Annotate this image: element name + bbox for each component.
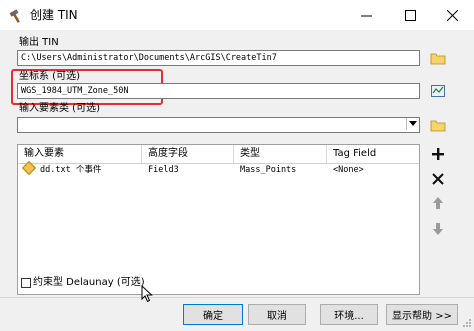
- plus-icon: [432, 148, 444, 160]
- folder-icon: [430, 53, 446, 65]
- minimize-icon: [360, 15, 372, 16]
- move-up-button[interactable]: [428, 194, 448, 212]
- arrow-down-icon: [433, 223, 443, 235]
- tag-field-cell[interactable]: <None>: [327, 163, 419, 178]
- cancel-button[interactable]: 取消: [248, 304, 306, 325]
- chevron-down-icon[interactable]: [406, 118, 419, 130]
- input-features-table: 输入要素 高度字段 类型 Tag Field dd.txt 个事件 Field3…: [17, 144, 420, 295]
- output-tin-field[interactable]: C:\Users\Administrator\Documents\ArcGIS\…: [17, 50, 420, 66]
- show-help-button[interactable]: 显示帮助 >>: [386, 304, 458, 325]
- close-button[interactable]: [430, 0, 474, 30]
- mouse-cursor-icon: [141, 285, 153, 303]
- arrow-up-icon: [433, 197, 443, 209]
- type-cell[interactable]: Mass_Points: [234, 163, 327, 178]
- column-header[interactable]: 输入要素: [18, 145, 142, 163]
- constrained-delaunay-label: 约束型 Delaunay (可选): [33, 277, 145, 288]
- dialog-content: 输出 TIN C:\Users\Administrator\Documents\…: [0, 30, 474, 330]
- crs-properties-button[interactable]: [429, 82, 447, 100]
- browse-output-button[interactable]: [429, 49, 447, 67]
- maximize-icon: [404, 9, 416, 21]
- column-header[interactable]: 高度字段: [142, 145, 234, 163]
- remove-row-button[interactable]: [428, 170, 448, 188]
- button-bar: 确定 取消 环境... 显示帮助 >>: [0, 297, 474, 331]
- title-bar: 创建 TIN: [0, 0, 474, 30]
- spatial-reference-icon: [431, 85, 445, 97]
- point-feature-icon: [21, 160, 37, 176]
- column-header[interactable]: Tag Field: [327, 145, 419, 163]
- move-down-button[interactable]: [428, 220, 448, 238]
- input-feature-class-dropdown[interactable]: [17, 117, 420, 133]
- close-icon: [446, 9, 458, 21]
- folder-icon: [430, 120, 446, 132]
- table-row[interactable]: dd.txt 个事件 Field3 Mass_Points <None>: [18, 160, 419, 178]
- environments-button[interactable]: 环境...: [320, 304, 378, 325]
- input-feature-class-label: 输入要素类 (可选): [19, 103, 100, 114]
- feature-name: dd.txt 个事件: [40, 165, 102, 175]
- column-header[interactable]: 类型: [234, 145, 327, 163]
- hammer-icon: [8, 8, 24, 24]
- feature-cell: dd.txt 个事件: [18, 160, 142, 178]
- minimize-button[interactable]: [344, 0, 388, 30]
- crs-label: 坐标系 (可选): [19, 71, 80, 82]
- window-title: 创建 TIN: [30, 8, 78, 22]
- add-row-button[interactable]: [428, 145, 448, 163]
- maximize-button[interactable]: [388, 0, 432, 30]
- table-header: 输入要素 高度字段 类型 Tag Field: [18, 145, 419, 164]
- constrained-delaunay-checkbox[interactable]: [21, 278, 31, 288]
- height-field-cell[interactable]: Field3: [142, 163, 234, 178]
- browse-input-button[interactable]: [429, 116, 447, 134]
- output-tin-label: 输出 TIN: [19, 37, 59, 48]
- resize-grip-icon[interactable]: [462, 318, 472, 328]
- delete-icon: [432, 173, 444, 185]
- ok-button[interactable]: 确定: [183, 304, 243, 325]
- crs-field[interactable]: WGS_1984_UTM_Zone_50N: [17, 83, 420, 99]
